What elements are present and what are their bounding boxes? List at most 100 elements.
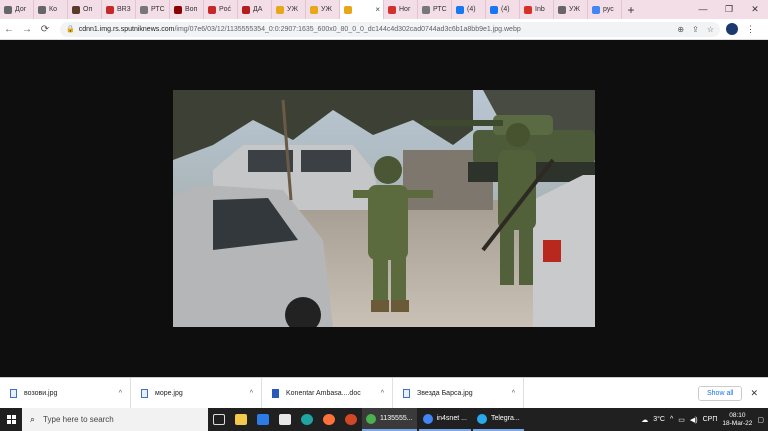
browser-tab[interactable]: УЖ: [554, 0, 588, 19]
browser-tab[interactable]: УЖ: [272, 0, 306, 19]
task-view-icon[interactable]: [208, 408, 230, 431]
firefox-icon[interactable]: [318, 408, 340, 431]
download-item[interactable]: море.jpg ^: [131, 377, 262, 409]
browser-tab[interactable]: ДА: [238, 0, 272, 19]
favicon-icon: [276, 5, 284, 14]
favicon-icon: [490, 5, 498, 14]
tray-chevron-icon[interactable]: ^: [670, 416, 673, 423]
clock[interactable]: 08:10 18-Mar-22: [722, 412, 752, 428]
browser-tab[interactable]: УЖ: [306, 0, 340, 19]
browser-tab[interactable]: (4): [486, 0, 520, 19]
favicon-icon: [140, 5, 148, 14]
download-filename: море.jpg: [155, 389, 183, 397]
windows-taskbar: ⌕ Type here to search 1135555... in4snet …: [0, 408, 768, 431]
browser-tab[interactable]: BR3: [102, 0, 136, 19]
taskbar-search[interactable]: ⌕ Type here to search: [22, 408, 208, 431]
chevron-up-icon[interactable]: ^: [512, 390, 515, 397]
browser-tab[interactable]: Дог: [0, 0, 34, 19]
browser-tab[interactable]: Ко: [34, 0, 68, 19]
store-icon[interactable]: [274, 408, 296, 431]
taskbar-apps: 1135555... in4snet ... Telegra...: [362, 408, 526, 431]
temperature[interactable]: 3°C: [653, 416, 665, 423]
tab-label: Дог: [15, 6, 27, 13]
browser-tab[interactable]: рус: [588, 0, 622, 19]
download-item[interactable]: Звезда Барса.jpg ^: [393, 377, 524, 409]
taskbar-app-label: in4snet ...: [436, 415, 467, 422]
chevron-up-icon[interactable]: ^: [381, 390, 384, 397]
browser-tab[interactable]: Оп: [68, 0, 102, 19]
browser-tab[interactable]: Inb: [520, 0, 554, 19]
volume-icon[interactable]: ◀): [690, 416, 698, 424]
bookmark-star-icon[interactable]: ☆: [707, 25, 714, 34]
tab-label: Воп: [185, 6, 198, 13]
favicon-icon: [174, 5, 182, 14]
tab-close-icon[interactable]: ×: [375, 5, 380, 14]
viewed-photo: [173, 90, 595, 327]
browser-tab[interactable]: Ног: [384, 0, 418, 19]
taskbar-app[interactable]: Telegra...: [472, 408, 524, 431]
download-item[interactable]: Konentar Ambasa....doc ^: [262, 377, 393, 409]
taskbar-app[interactable]: 1135555...: [362, 408, 417, 431]
tab-label: Ко: [49, 6, 57, 13]
window-controls: — ❐ ✕: [690, 4, 768, 15]
clock-time: 08:10: [729, 411, 746, 419]
system-tray: ☁ 3°C ^ ▭ ◀) СРП 08:10 18-Mar-22 ▢: [641, 412, 768, 428]
file-explorer-icon[interactable]: [230, 408, 252, 431]
tab-label: Inb: [535, 6, 545, 13]
favicon-icon: [344, 5, 352, 14]
tab-label: Ног: [399, 6, 411, 13]
favicon-icon: [592, 5, 600, 14]
clock-date: 18-Mar-22: [722, 419, 753, 427]
minimize-button[interactable]: —: [690, 4, 716, 15]
word-doc-icon: [272, 388, 279, 398]
back-button[interactable]: ←: [0, 24, 18, 35]
app-icon: [422, 413, 433, 424]
taskbar-search-placeholder: Type here to search: [43, 415, 114, 424]
tab-label: Оп: [83, 6, 93, 13]
tab-label: РТС: [151, 6, 165, 13]
browser-tab[interactable]: ×: [340, 0, 384, 19]
favicon-icon: [422, 5, 430, 14]
menu-icon[interactable]: ⋮: [746, 24, 755, 35]
address-bar[interactable]: 🔒 cdnn1.img.rs.sputniknews.com/img/07e6/…: [60, 21, 720, 37]
close-window-button[interactable]: ✕: [742, 4, 768, 15]
tab-label: рус: [603, 6, 614, 13]
reload-button[interactable]: ⟳: [36, 24, 54, 35]
tab-label: (4): [467, 6, 476, 13]
start-button[interactable]: [0, 408, 22, 431]
browser-tab[interactable]: (4): [452, 0, 486, 19]
edge-icon[interactable]: [296, 408, 318, 431]
taskbar-app[interactable]: in4snet ...: [418, 408, 471, 431]
taskbar-app-label: Telegra...: [490, 415, 520, 422]
mail-icon[interactable]: [252, 408, 274, 431]
taskbar-app-label: 1135555...: [380, 415, 413, 422]
powerpoint-icon[interactable]: [340, 408, 362, 431]
notifications-icon[interactable]: ▢: [757, 416, 764, 424]
image-file-icon: [141, 388, 148, 398]
browser-tab[interactable]: Воп: [170, 0, 204, 19]
weather-icon[interactable]: ☁: [641, 416, 648, 424]
favicon-icon: [72, 5, 80, 14]
network-icon[interactable]: ▭: [678, 416, 685, 424]
forward-button[interactable]: →: [18, 24, 36, 35]
zoom-icon[interactable]: ⊕: [677, 25, 684, 34]
browser-tab[interactable]: РТС: [136, 0, 170, 19]
maximize-button[interactable]: ❐: [716, 4, 742, 15]
language-indicator[interactable]: СРП: [703, 416, 718, 423]
favicon-icon: [456, 5, 464, 14]
downloads-close-icon[interactable]: ✕: [750, 388, 758, 399]
profile-avatar-icon[interactable]: [726, 23, 738, 35]
show-all-button[interactable]: Show all: [697, 385, 743, 401]
chevron-up-icon[interactable]: ^: [119, 390, 122, 397]
browser-tab[interactable]: Poć: [204, 0, 238, 19]
chevron-up-icon[interactable]: ^: [250, 390, 253, 397]
tab-label: УЖ: [321, 6, 332, 13]
tab-label: УЖ: [569, 6, 580, 13]
tab-label: Poć: [219, 6, 232, 13]
lock-icon[interactable]: 🔒: [66, 25, 75, 33]
tab-label: (4): [501, 6, 510, 13]
browser-tab[interactable]: РТС: [418, 0, 452, 19]
new-tab-button[interactable]: +: [622, 3, 640, 17]
share-icon[interactable]: ⇪: [692, 25, 699, 34]
download-item[interactable]: возови.jpg ^: [0, 377, 131, 409]
